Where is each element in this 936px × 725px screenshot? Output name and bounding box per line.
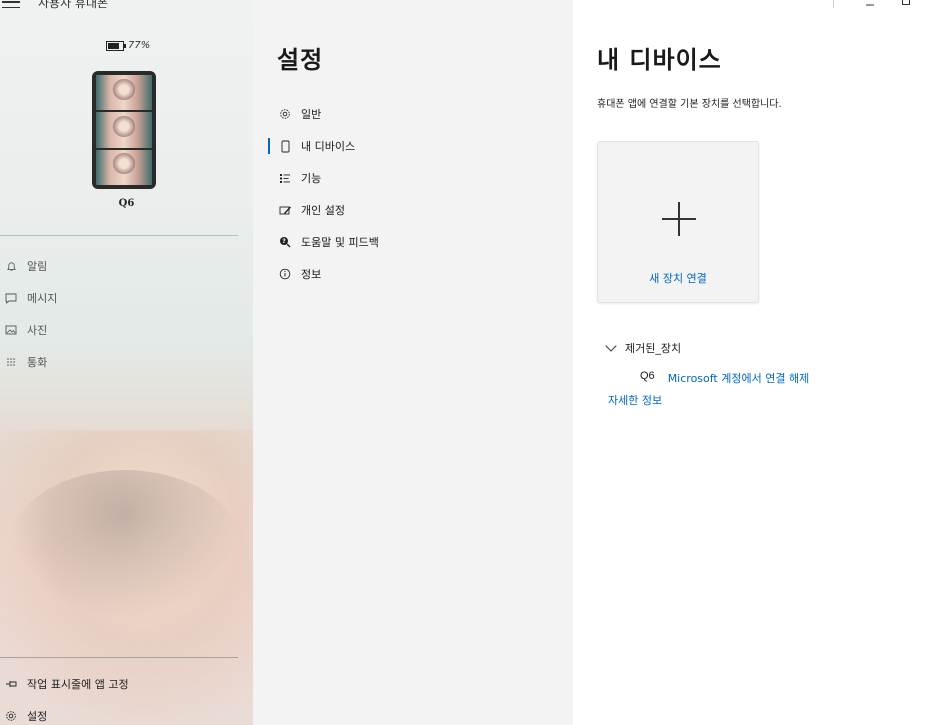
sidebar-item-calls[interactable]: 통화: [0, 346, 57, 378]
app-title: 사용자 휴대폰: [38, 0, 109, 10]
pin-icon: [4, 679, 18, 689]
removed-device-name: Q6: [640, 370, 655, 382]
svg-text:?: ?: [282, 238, 286, 245]
sidebar-item-label: 메시지: [27, 292, 58, 305]
settings-item-about[interactable]: 정보: [253, 258, 379, 290]
settings-item-label: 일반: [301, 108, 322, 121]
sidebar-bottom: 작업 표시줄에 앱 고정 설정: [0, 668, 129, 725]
settings-nav: 일반 내 디바이스 기능 개인 설정 ? 도움말 및 피드백 정보: [253, 98, 379, 290]
battery-percent: 77%: [128, 40, 151, 51]
wallpaper-figure: [10, 470, 240, 620]
battery-icon: [106, 40, 126, 51]
chevron-down-icon: [605, 339, 617, 352]
device-name: Q6: [118, 198, 135, 209]
settings-item-my-devices[interactable]: 내 디바이스: [253, 130, 379, 162]
sidebar-nav: 알림 메시지 사진 통화: [0, 250, 57, 378]
sidebar-item-label: 통화: [27, 356, 48, 369]
page-title: 내 디바이스: [597, 46, 722, 74]
maximize-icon[interactable]: [900, 0, 912, 7]
settings-item-features[interactable]: 기능: [253, 162, 379, 194]
settings-item-label: 도움말 및 피드백: [301, 236, 379, 249]
settings-item-help-feedback[interactable]: ? 도움말 및 피드백: [253, 226, 379, 258]
settings-item-label: 정보: [301, 268, 322, 281]
minimize-icon[interactable]: [864, 0, 876, 7]
sidebar: 사용자 휴대폰 77% Q6 알림 메시지 사진 통화 작업 표시줄에 앱 고정…: [0, 0, 253, 725]
photo-icon: [4, 325, 18, 335]
removed-devices-label: 제거된_장치: [625, 342, 682, 355]
pin-to-taskbar-button[interactable]: 작업 표시줄에 앱 고정: [0, 668, 129, 700]
removed-device-row: Q6 Microsoft 계정에서 연결 해제: [640, 370, 809, 386]
sidebar-item-messages[interactable]: 메시지: [0, 282, 57, 314]
help-icon: ?: [278, 236, 292, 248]
plus-icon: [662, 202, 696, 236]
divider: [0, 657, 238, 658]
message-icon: [4, 293, 18, 304]
settings-item-label: 기능: [301, 172, 322, 185]
sidebar-item-label: 알림: [27, 260, 48, 273]
add-device-button[interactable]: 새 장치 연결: [597, 141, 759, 303]
window-controls: [833, 0, 936, 8]
hamburger-menu-icon[interactable]: [2, 0, 20, 8]
pin-label: 작업 표시줄에 앱 고정: [27, 678, 129, 691]
sidebar-settings-button[interactable]: 설정: [0, 700, 129, 725]
gear-icon: [278, 108, 292, 120]
add-device-label: 새 장치 연결: [649, 272, 707, 285]
more-info-link[interactable]: 자세한 정보: [608, 392, 662, 408]
phone-icon: [278, 140, 292, 153]
sidebar-item-photos[interactable]: 사진: [0, 314, 57, 346]
settings-item-personalization[interactable]: 개인 설정: [253, 194, 379, 226]
settings-item-general[interactable]: 일반: [253, 98, 379, 130]
divider: [833, 0, 834, 8]
battery-status: 77%: [106, 40, 150, 51]
sidebar-item-label: 사진: [27, 324, 48, 337]
settings-title: 설정: [277, 46, 324, 74]
settings-item-label: 개인 설정: [301, 204, 345, 217]
personalize-icon: [278, 205, 292, 216]
page-description: 휴대폰 앱에 연결할 기본 장치를 선택합니다.: [597, 99, 782, 110]
info-icon: [278, 268, 292, 280]
dialpad-icon: [4, 357, 18, 367]
settings-pane: 설정 일반 내 디바이스 기능 개인 설정 ? 도움말 및 피드백 정보: [253, 0, 573, 725]
settings-item-label: 내 디바이스: [301, 140, 356, 153]
bell-icon: [4, 261, 18, 272]
phone-preview-image: [92, 71, 156, 189]
app-titlebar: 사용자 휴대폰: [0, 0, 108, 12]
list-icon: [278, 173, 292, 184]
content-pane: 내 디바이스 휴대폰 앱에 연결할 기본 장치를 선택합니다. 새 장치 연결 …: [573, 0, 936, 725]
sidebar-item-notifications[interactable]: 알림: [0, 250, 57, 282]
removed-devices-toggle[interactable]: 제거된_장치: [605, 339, 682, 356]
settings-label: 설정: [27, 710, 48, 723]
unlink-account-link[interactable]: Microsoft 계정에서 연결 해제: [668, 370, 810, 386]
divider: [0, 235, 238, 236]
gear-icon: [4, 710, 18, 722]
